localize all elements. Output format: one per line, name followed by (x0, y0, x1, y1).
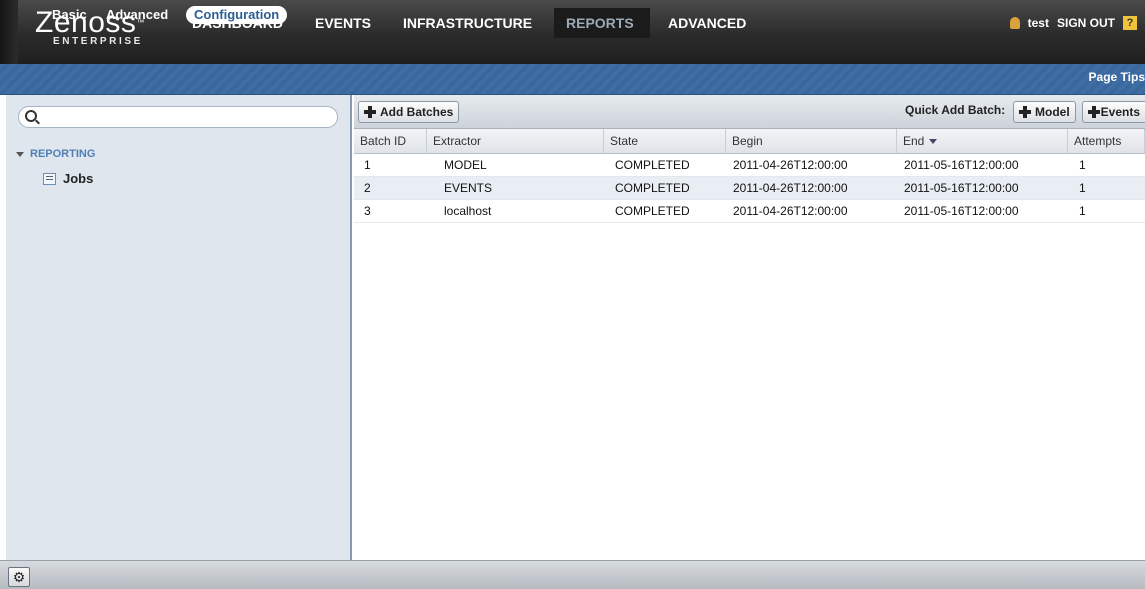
subnav-basic[interactable]: Basic (44, 6, 95, 24)
cell-batch-id: 1 (364, 158, 371, 172)
quick-add-label: Quick Add Batch: (905, 103, 1006, 117)
cell-end: 2011-05-16T12:00:00 (904, 204, 1019, 218)
cell-state: COMPLETED (615, 204, 690, 218)
nav-events[interactable]: EVENTS (303, 8, 383, 38)
column-header-attempts[interactable]: Attempts (1068, 129, 1145, 153)
cell-attempts: 1 (1079, 204, 1086, 218)
column-header-state[interactable]: State (604, 129, 726, 153)
search-icon (25, 110, 37, 122)
sub-navigation-bar (0, 64, 1145, 95)
topbar-edge (0, 0, 18, 64)
plus-icon (364, 106, 376, 118)
search-input[interactable] (43, 109, 332, 127)
sort-descending-icon (929, 139, 938, 145)
cell-attempts: 1 (1079, 158, 1086, 172)
cell-state: COMPLETED (615, 158, 690, 172)
column-header-batch-id[interactable]: Batch ID (354, 129, 427, 153)
table-row[interactable]: 2 EVENTS COMPLETED 2011-04-26T12:00:00 2… (354, 177, 1145, 200)
cell-extractor: MODEL (444, 158, 487, 172)
tree-node-label: Jobs (63, 171, 94, 186)
quick-add-events-button[interactable]: Events (1082, 101, 1145, 123)
cell-batch-id: 3 (364, 204, 371, 218)
cell-state: COMPLETED (615, 181, 690, 195)
list-icon (43, 172, 56, 185)
table-row[interactable]: 1 MODEL COMPLETED 2011-04-26T12:00:00 20… (354, 154, 1145, 177)
help-icon[interactable]: ? (1123, 16, 1137, 30)
user-icon (1009, 17, 1020, 29)
cell-extractor: EVENTS (444, 181, 493, 195)
quick-add-model-button[interactable]: Model (1013, 101, 1076, 123)
gear-icon[interactable]: ⚙ (8, 567, 30, 587)
column-header-extractor[interactable]: Extractor (427, 129, 604, 153)
subnav-configuration[interactable]: Configuration (186, 6, 288, 24)
expand-triangle-icon[interactable] (16, 151, 24, 157)
footer-bar (0, 560, 1145, 589)
column-header-end[interactable]: End (897, 129, 1068, 153)
tree-node-jobs[interactable]: Jobs (43, 171, 93, 186)
grid-header: Batch ID Extractor State Begin End Attem… (354, 129, 1145, 154)
logo-edition: ENTERPRISE (53, 36, 143, 47)
tree-search-box[interactable] (18, 106, 338, 128)
add-batches-button[interactable]: Add Batches (358, 101, 460, 123)
plus-icon (1088, 106, 1100, 118)
cell-attempts: 1 (1079, 181, 1086, 195)
tree-node-label: REPORTING (30, 148, 96, 160)
cell-begin: 2011-04-26T12:00:00 (733, 181, 848, 195)
subnav-advanced[interactable]: Advanced (98, 6, 176, 24)
plus-icon (1019, 106, 1031, 118)
page-tips-link[interactable]: Page Tips (1089, 70, 1145, 84)
nav-advanced[interactable]: ADVANCED (656, 8, 758, 38)
cell-extractor: localhost (444, 204, 492, 218)
nav-reports[interactable]: REPORTS (554, 8, 650, 38)
user-area: test SIGN OUT ? (1009, 16, 1137, 30)
username: test (1027, 16, 1049, 30)
cell-end: 2011-05-16T12:00:00 (904, 158, 1019, 172)
column-header-begin[interactable]: Begin (726, 129, 897, 153)
cell-begin: 2011-04-26T12:00:00 (733, 158, 848, 172)
nav-infrastructure[interactable]: INFRASTRUCTURE (391, 8, 544, 38)
sign-out-link[interactable]: SIGN OUT (1057, 16, 1115, 30)
table-row[interactable]: 3 localhost COMPLETED 2011-04-26T12:00:0… (354, 200, 1145, 223)
cell-end: 2011-05-16T12:00:00 (904, 181, 1019, 195)
left-tree-panel (6, 95, 352, 560)
cell-batch-id: 2 (364, 181, 371, 195)
cell-begin: 2011-04-26T12:00:00 (733, 204, 848, 218)
tree-node-reporting[interactable]: REPORTING (16, 148, 95, 160)
